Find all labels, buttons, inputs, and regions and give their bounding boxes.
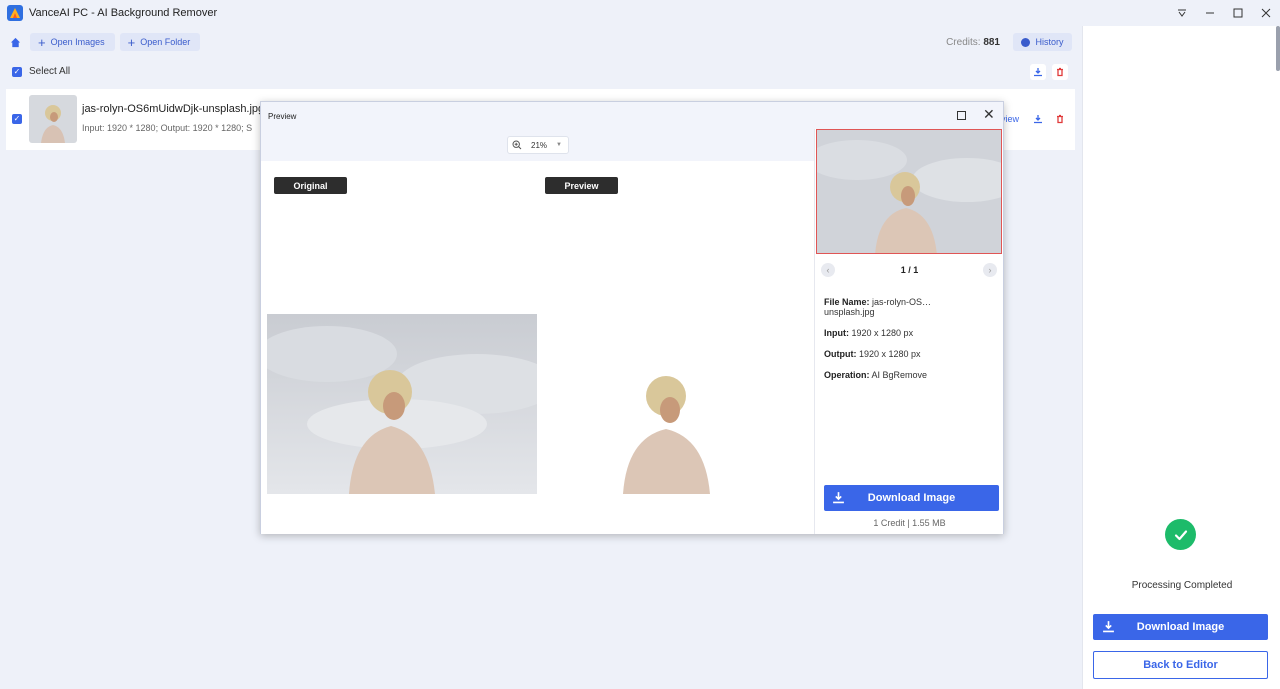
maximize-icon[interactable] — [957, 111, 966, 120]
menu-dropdown-icon[interactable] — [1168, 0, 1196, 26]
success-check-icon — [1165, 519, 1196, 550]
zoom-value: 21% — [531, 140, 548, 150]
app-title: VanceAI PC - AI Background Remover — [29, 7, 218, 19]
minimize-icon[interactable] — [1196, 0, 1224, 26]
selected-thumbnail[interactable] — [816, 129, 1002, 254]
title-bar: VanceAI PC - AI Background Remover — [0, 0, 1280, 26]
operation-row: Operation: AI BgRemove — [824, 370, 999, 380]
open-images-button[interactable]: + Open Images — [30, 33, 115, 51]
file-thumbnail — [29, 95, 77, 143]
delete-icon[interactable] — [1052, 111, 1068, 127]
credits-display: Credits: 881 — [946, 37, 1000, 48]
close-icon[interactable] — [1252, 0, 1280, 26]
chevron-down-icon: ▼ — [556, 142, 562, 148]
download-image-label: Download Image — [1136, 621, 1225, 633]
preview-side-panel: ‹ 1 / 1 › File Name: jas-rolyn-OS… unspl… — [814, 129, 1003, 534]
zoom-select[interactable]: 21% ▼ — [507, 136, 569, 154]
pager: ‹ 1 / 1 › — [815, 263, 1004, 277]
maximize-icon[interactable] — [1224, 0, 1252, 26]
file-name-value: jas-rolyn-OS… — [872, 297, 932, 307]
delete-all-icon[interactable] — [1052, 64, 1068, 80]
chevron-right-icon[interactable]: › — [983, 263, 997, 277]
dialog-download-button[interactable]: Download Image — [824, 485, 999, 511]
preview-image — [621, 374, 711, 494]
open-images-label: Open Images — [50, 37, 105, 47]
history-label: History — [1035, 37, 1064, 47]
plus-icon: + — [127, 34, 136, 50]
history-button[interactable]: History — [1013, 33, 1072, 51]
output-value: 1920 x 1280 px — [859, 349, 921, 359]
page-indicator: 1 / 1 — [900, 265, 919, 275]
download-icon[interactable] — [1030, 111, 1046, 127]
file-name-value-line2: unsplash.jpg — [824, 307, 875, 317]
credit-info: 1 Credit | 1.55 MB — [873, 518, 946, 528]
bulk-actions — [1030, 64, 1068, 80]
plus-icon: + — [38, 34, 46, 50]
file-name: jas-rolyn-OS6mUidwDjk-unsplash.jpg — [82, 103, 265, 115]
preview-canvas: Original Preview — [261, 161, 814, 534]
file-name-row: File Name: jas-rolyn-OS… unsplash.jpg — [824, 297, 999, 317]
operation-label: Operation: — [824, 370, 870, 380]
zoom-bar: 21% ▼ — [261, 129, 814, 161]
home-icon — [10, 37, 20, 47]
download-image-button[interactable]: Download Image — [1093, 614, 1268, 640]
back-to-editor-button[interactable]: Back to Editor — [1093, 651, 1268, 679]
toolbar: + Open Images + Open Folder Credits: 881… — [0, 28, 1082, 56]
file-checkbox[interactable]: ✓ — [12, 114, 22, 124]
input-row: Input: 1920 x 1280 px — [824, 328, 999, 338]
download-icon — [833, 492, 844, 504]
input-label: Input: — [824, 328, 849, 338]
scrollbar[interactable] — [1276, 26, 1280, 71]
dialog-download-label: Download Image — [867, 492, 956, 504]
zoom-in-icon — [512, 140, 522, 150]
file-meta: Input: 1920 * 1280; Output: 1920 * 1280;… — [82, 123, 253, 133]
output-label: Output: — [824, 349, 857, 359]
close-icon[interactable]: ✕ — [983, 107, 995, 121]
preview-tag: Preview — [545, 177, 618, 194]
vanceai-logo-icon — [7, 5, 23, 21]
window-controls — [1168, 0, 1280, 26]
row-actions — [1030, 111, 1068, 127]
back-to-editor-label: Back to Editor — [1143, 659, 1218, 671]
clock-icon — [1021, 37, 1031, 47]
download-all-icon[interactable] — [1030, 64, 1046, 80]
right-panel: Processing Completed Download Image Back… — [1082, 26, 1280, 689]
dialog-header: Preview ✕ — [261, 102, 1003, 129]
preview-dialog: Preview ✕ 21% ▼ Original Preview ‹ 1 / 1… — [260, 101, 1004, 534]
operation-value: AI BgRemove — [871, 370, 928, 380]
original-tag: Original — [274, 177, 347, 194]
download-icon — [1103, 621, 1114, 633]
select-all-checkbox[interactable]: ✓ — [12, 66, 22, 77]
output-row: Output: 1920 x 1280 px — [824, 349, 999, 359]
original-image — [267, 314, 537, 494]
processing-status: Processing Completed — [1131, 580, 1233, 591]
credits-label: Credits: — [946, 37, 981, 48]
select-all-label: Select All — [29, 66, 71, 77]
input-value: 1920 x 1280 px — [851, 328, 914, 338]
file-name-label: File Name: — [824, 297, 870, 307]
home-button[interactable] — [5, 32, 25, 52]
open-folder-label: Open Folder — [140, 37, 191, 47]
select-all[interactable]: ✓ Select All — [12, 66, 70, 77]
credits-value: 881 — [983, 37, 1000, 48]
open-folder-button[interactable]: + Open Folder — [119, 33, 201, 51]
dialog-title: Preview — [268, 112, 297, 121]
file-info: File Name: jas-rolyn-OS… unsplash.jpg In… — [824, 297, 999, 391]
